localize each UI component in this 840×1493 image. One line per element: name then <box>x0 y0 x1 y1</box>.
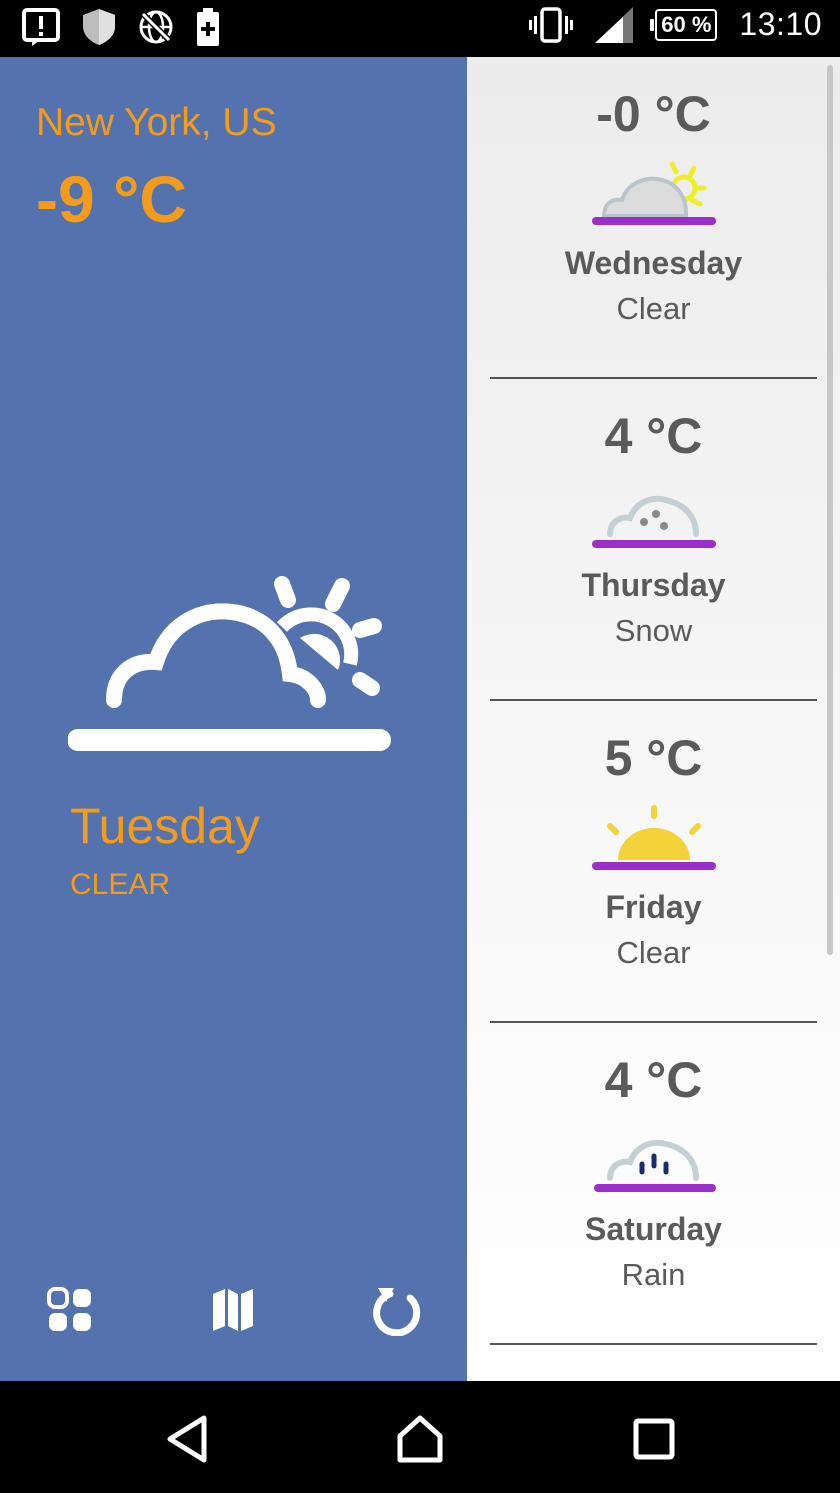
rain-cloud-icon <box>490 1126 817 1196</box>
current-weather-panel: New York, US -9 °C Tuesday CLEAR <box>0 57 467 1381</box>
navigation-bar <box>0 1381 840 1493</box>
snow-cloud-icon <box>490 482 817 552</box>
partly-cloudy-icon <box>67 572 393 757</box>
recents-icon <box>633 1418 675 1465</box>
partly-cloudy-icon <box>490 160 817 230</box>
map-button[interactable] <box>203 1282 263 1342</box>
alert-icon <box>22 8 60 46</box>
forecast-item-saturday[interactable]: 4 °C Saturday Rain <box>490 1023 817 1345</box>
forecast-day: Friday <box>605 889 702 925</box>
dashboard-button[interactable] <box>40 1282 100 1342</box>
forecast-temperature: 4 °C <box>604 408 703 464</box>
forecast-condition: Clear <box>616 291 691 326</box>
forecast-condition: Rain <box>621 1257 686 1292</box>
forecast-item-friday[interactable]: 5 °C Friday Clear <box>490 701 817 1023</box>
bottom-toolbar <box>0 1282 467 1342</box>
shield-icon <box>82 8 116 46</box>
forecast-list[interactable]: -0 °C Wednesday Clear 4 °C Thursday Snow… <box>467 57 840 1381</box>
city-name: New York, US <box>36 101 277 144</box>
refresh-icon <box>370 1284 422 1341</box>
forecast-condition: Snow <box>614 613 693 648</box>
screen: 60 % 13:10 New York, US -9 °C Tuesday CL… <box>0 0 840 1493</box>
dashboard-icon <box>46 1286 94 1339</box>
forecast-condition: Clear <box>616 935 691 970</box>
status-bar: 60 % 13:10 <box>0 0 840 57</box>
map-icon <box>209 1286 257 1339</box>
forecast-day: Saturday <box>585 1211 722 1247</box>
signal-icon <box>595 6 634 43</box>
current-day: Tuesday <box>70 798 260 854</box>
forecast-day: Wednesday <box>564 245 743 281</box>
back-icon <box>164 1414 210 1469</box>
battery-level: 60 % <box>650 8 718 41</box>
forecast-item-thursday[interactable]: 4 °C Thursday Snow <box>490 379 817 701</box>
back-button[interactable] <box>157 1411 217 1471</box>
forecast-item-wednesday[interactable]: -0 °C Wednesday Clear <box>490 57 817 379</box>
vibrate-icon <box>529 6 574 43</box>
clock: 13:10 <box>739 6 822 42</box>
battery-charging-icon <box>196 8 220 46</box>
refresh-button[interactable] <box>366 1282 426 1342</box>
current-temperature: -9 °C <box>36 162 188 236</box>
recents-button[interactable] <box>624 1411 684 1471</box>
forecast-temperature: 4 °C <box>604 1052 703 1108</box>
no-sync-globe-icon <box>138 9 174 45</box>
home-button[interactable] <box>390 1411 450 1471</box>
current-condition: CLEAR <box>70 868 171 901</box>
forecast-temperature: 5 °C <box>604 730 703 786</box>
sunrise-icon <box>490 804 817 874</box>
home-icon <box>394 1414 446 1469</box>
forecast-temperature: -0 °C <box>596 86 711 142</box>
scrollbar[interactable] <box>827 65 833 955</box>
forecast-day: Thursday <box>581 567 726 603</box>
